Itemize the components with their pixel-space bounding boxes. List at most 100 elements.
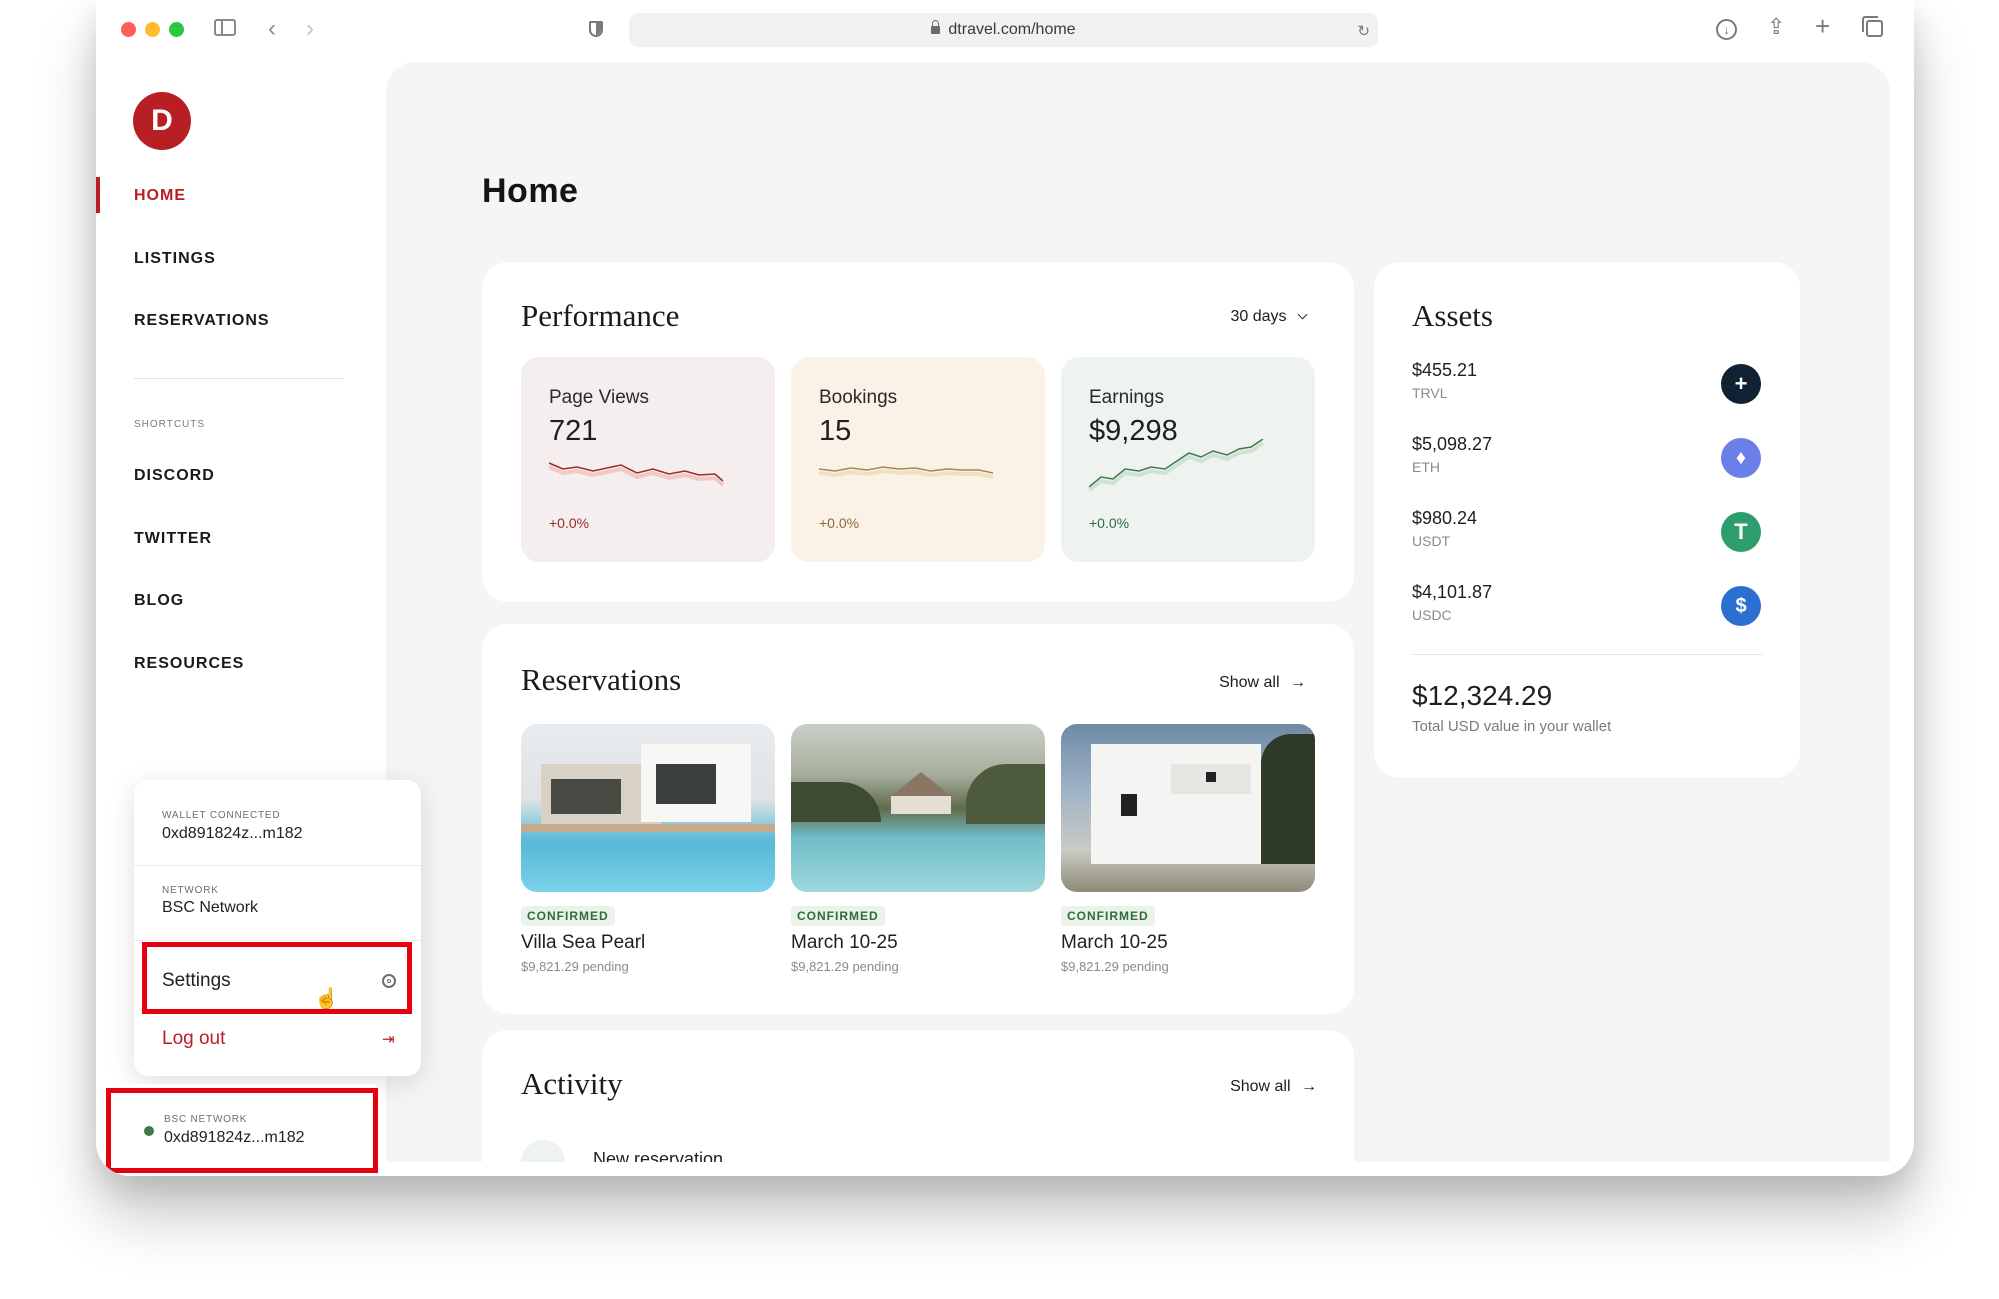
shortcut-twitter[interactable]: TWITTER xyxy=(134,530,212,548)
tab-overview-icon[interactable] xyxy=(1862,16,1883,37)
usdc-icon[interactable]: $ xyxy=(1721,586,1761,626)
privacy-shield-icon[interactable] xyxy=(589,21,603,37)
nav-reservations[interactable]: RESERVATIONS xyxy=(134,312,270,330)
nav-listings[interactable]: LISTINGS xyxy=(134,250,216,268)
earnings-sparkline xyxy=(1089,439,1264,491)
show-all-label: Show all xyxy=(1230,1078,1291,1095)
arrow-right-icon: → xyxy=(1290,674,1306,691)
activity-card: Activity Show all → New reservation xyxy=(482,1030,1354,1162)
bookings-sparkline xyxy=(819,466,994,479)
reservation-card[interactable]: CONFIRMED March 10-25 $9,821.29 pending xyxy=(1061,724,1315,974)
reservation-name: March 10-25 xyxy=(791,932,898,953)
usdt-icon[interactable]: T xyxy=(1721,512,1761,552)
metric-label: Earnings xyxy=(1089,387,1164,408)
reservation-photo xyxy=(1061,724,1315,892)
address-bar[interactable]: dtravel.com/home ↻ xyxy=(629,13,1378,47)
reservation-card[interactable]: CONFIRMED Villa Sea Pearl $9,821.29 pend… xyxy=(521,724,775,974)
minimize-window-button[interactable] xyxy=(145,22,160,37)
forward-icon[interactable]: › xyxy=(306,17,314,41)
asset-ticker-trvl: TRVL xyxy=(1412,385,1448,401)
reservation-photo xyxy=(791,724,1045,892)
metric-earnings[interactable]: Earnings $9,298 +0.0% xyxy=(1061,357,1315,562)
sidebar-toggle-icon[interactable] xyxy=(214,19,236,36)
show-all-label: Show all xyxy=(1219,674,1280,691)
network-value[interactable]: BSC Network xyxy=(162,899,258,917)
eth-icon[interactable]: ♦ xyxy=(1721,438,1761,478)
sidebar-divider xyxy=(134,378,344,379)
range-dropdown[interactable]: 30 days xyxy=(1230,308,1308,326)
menu-divider xyxy=(134,865,421,866)
reservations-show-all[interactable]: Show all → xyxy=(1219,674,1306,692)
maximize-window-button[interactable] xyxy=(169,22,184,37)
wallet-address[interactable]: 0xd891824z...m182 xyxy=(162,825,303,843)
reservations-title: Reservations xyxy=(521,662,682,697)
logout-menu-item[interactable]: Log out ⇥ xyxy=(144,1016,411,1066)
assets-total: $12,324.29 xyxy=(1412,680,1553,711)
arrow-right-icon: → xyxy=(1301,1078,1317,1095)
shortcut-discord[interactable]: DISCORD xyxy=(134,467,215,485)
main-content: Home Performance 30 days Page Views 721 … xyxy=(386,62,1890,1162)
reload-icon[interactable]: ↻ xyxy=(1357,22,1370,40)
status-badge: CONFIRMED xyxy=(521,906,615,926)
back-icon[interactable]: ‹ xyxy=(268,17,276,41)
reservation-pending: $9,821.29 pending xyxy=(1061,959,1169,974)
menu-divider xyxy=(134,940,421,941)
metric-page-views[interactable]: Page Views 721 +0.0% xyxy=(521,357,775,562)
nav-home[interactable]: HOME xyxy=(134,187,186,205)
shortcut-resources[interactable]: RESOURCES xyxy=(134,655,244,673)
asset-ticker-usdt: USDT xyxy=(1412,533,1451,549)
url-text: dtravel.com/home xyxy=(948,21,1076,38)
asset-value-eth: $5,098.27 xyxy=(1412,434,1493,454)
assets-card: Assets $455.21 TRVL + $5,098.27 ETH ♦ $9… xyxy=(1374,262,1800,778)
wallet-menu: WALLET CONNECTED 0xd891824z...m182 NETWO… xyxy=(134,780,421,1076)
asset-ticker-usdc: USDC xyxy=(1412,607,1452,623)
asset-value-usdc: $4,101.87 xyxy=(1412,582,1493,602)
browser-window: ‹ › dtravel.com/home ↻ ↓ ⇪ + D HOME LIST… xyxy=(96,0,1914,1176)
metric-change: +0.0% xyxy=(819,515,860,531)
reservation-name: March 10-25 xyxy=(1061,932,1168,953)
dtravel-logo[interactable]: D xyxy=(133,92,191,150)
wallet-connected-label: WALLET CONNECTED xyxy=(162,810,281,821)
reservation-pending: $9,821.29 pending xyxy=(791,959,899,974)
metric-label: Page Views xyxy=(549,387,649,408)
range-value: 30 days xyxy=(1230,308,1287,325)
browser-toolbar: ‹ › dtravel.com/home ↻ ↓ ⇪ + xyxy=(96,0,1914,62)
network-label: NETWORK xyxy=(162,885,219,896)
performance-title: Performance xyxy=(521,298,680,333)
page-views-sparkline xyxy=(549,462,724,487)
settings-highlight-box xyxy=(142,942,412,1014)
performance-card: Performance 30 days Page Views 721 +0.0%… xyxy=(482,262,1354,602)
metric-value: 721 xyxy=(549,415,598,447)
active-nav-indicator xyxy=(96,177,100,213)
reservation-photo xyxy=(521,724,775,892)
metric-value: 15 xyxy=(819,415,852,447)
new-tab-icon[interactable]: + xyxy=(1815,13,1830,39)
reservations-card: Reservations Show all → CONFIRMED Villa … xyxy=(482,624,1354,1014)
page-title: Home xyxy=(482,172,579,210)
reservation-name: Villa Sea Pearl xyxy=(521,932,646,953)
reservation-pending: $9,821.29 pending xyxy=(521,959,629,974)
asset-ticker-eth: ETH xyxy=(1412,459,1440,475)
chevron-down-icon xyxy=(1297,309,1308,320)
metric-bookings[interactable]: Bookings 15 +0.0% xyxy=(791,357,1045,562)
metric-change: +0.0% xyxy=(1089,515,1130,531)
asset-value-usdt: $980.24 xyxy=(1412,508,1478,528)
activity-item-title[interactable]: New reservation xyxy=(593,1149,723,1162)
asset-value-trvl: $455.21 xyxy=(1412,360,1478,380)
share-icon[interactable]: ⇪ xyxy=(1767,16,1785,38)
close-window-button[interactable] xyxy=(121,22,136,37)
reservation-card[interactable]: CONFIRMED March 10-25 $9,821.29 pending xyxy=(791,724,1045,974)
metric-change: +0.0% xyxy=(549,515,590,531)
shortcut-blog[interactable]: BLOG xyxy=(134,592,184,610)
assets-divider xyxy=(1412,654,1762,655)
metric-label: Bookings xyxy=(819,387,898,408)
activity-title: Activity xyxy=(521,1066,623,1101)
shortcuts-heading: SHORTCUTS xyxy=(134,419,206,430)
download-icon[interactable]: ↓ xyxy=(1716,19,1737,40)
assets-title: Assets xyxy=(1412,298,1493,333)
activity-item-icon xyxy=(521,1140,565,1162)
trvl-icon[interactable]: + xyxy=(1721,364,1761,404)
wallet-highlight-box xyxy=(106,1088,378,1173)
lock-icon xyxy=(931,20,941,34)
activity-show-all[interactable]: Show all → xyxy=(1230,1078,1317,1096)
